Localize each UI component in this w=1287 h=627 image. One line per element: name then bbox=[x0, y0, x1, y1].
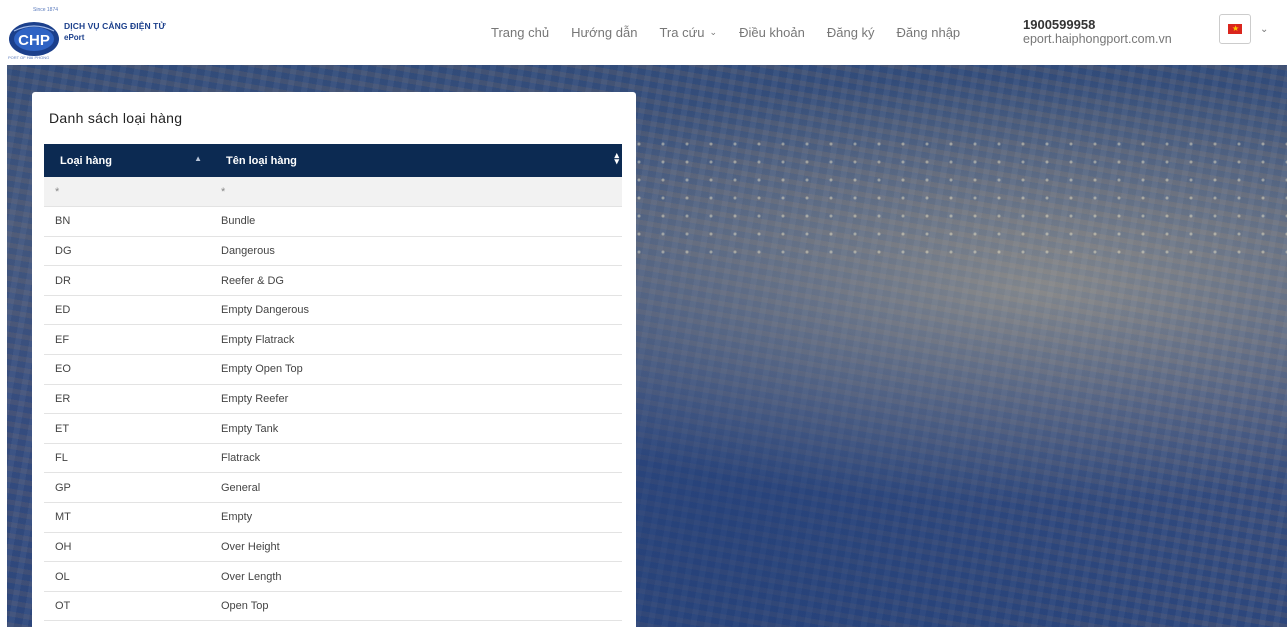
cell-cargo-name: Empty bbox=[210, 502, 622, 533]
cell-cargo-code: DR bbox=[44, 265, 210, 296]
cell-cargo-name: Empty Dangerous bbox=[210, 295, 622, 326]
cell-cargo-name: General bbox=[210, 472, 622, 504]
column-header-ten-loai-hang[interactable]: Tên loại hàng ▴ ▾ bbox=[210, 144, 622, 177]
table-row[interactable]: DR Reefer & DG bbox=[44, 265, 622, 296]
cell-cargo-name: Flatrack bbox=[210, 443, 622, 474]
chevron-down-icon: ⌄ bbox=[709, 27, 718, 37]
nav-dang-nhap[interactable]: Đăng nhập bbox=[897, 25, 961, 40]
cell-cargo-name: Open Top bbox=[210, 591, 622, 622]
logo-subtitle: ePort bbox=[64, 33, 85, 42]
cargo-type-table: Loại hàng ▲ Tên loại hàng ▴ ▾ * * BN Bundl… bbox=[44, 144, 622, 622]
chevron-down-icon[interactable]: ⌄ bbox=[1260, 24, 1268, 35]
cell-cargo-code: ED bbox=[44, 295, 210, 326]
nav-label: Điều khoản bbox=[739, 25, 805, 40]
cell-cargo-name: Empty Open Top bbox=[210, 354, 622, 385]
nav-label: Đăng nhập bbox=[896, 25, 961, 40]
logo-established: Since 1874 bbox=[33, 7, 59, 13]
nav-dieu-khoan[interactable]: Điều khoản bbox=[739, 25, 805, 40]
nav-label: Đăng ký bbox=[826, 25, 875, 40]
nav-label: Trang chủ bbox=[491, 25, 550, 40]
nav-label: Tra cứu bbox=[659, 25, 705, 40]
cell-cargo-code: BN bbox=[44, 206, 210, 237]
cell-cargo-code: ET bbox=[44, 413, 210, 444]
cell-cargo-name: Reefer & DG bbox=[210, 265, 622, 296]
filter-row: * * bbox=[44, 177, 622, 208]
language-selector[interactable]: ★ bbox=[1219, 14, 1251, 44]
sort-both-icon: ▴ ▾ bbox=[614, 150, 619, 166]
cell-cargo-name: Dangerous bbox=[210, 236, 622, 267]
panel-title: Danh sách loại hàng bbox=[49, 110, 183, 126]
eport-logo[interactable]: CHP Since 1874 DỊCH VỤ CẢNG ĐIỆN TỬ ePor… bbox=[7, 7, 177, 63]
filter-cell-ten-loai-hang[interactable]: * bbox=[210, 177, 622, 208]
chp-logo-icon: CHP bbox=[9, 22, 59, 56]
table-row[interactable]: ER Empty Reefer bbox=[44, 384, 622, 415]
table-row[interactable]: GP General bbox=[44, 472, 622, 504]
nav-tra-cuu[interactable]: Tra cứu ⌄ bbox=[659, 25, 717, 40]
cell-cargo-name: Empty Flatrack bbox=[210, 324, 622, 356]
cell-cargo-code: OT bbox=[44, 591, 210, 622]
column-header-loai-hang[interactable]: Loại hàng ▲ bbox=[44, 144, 210, 177]
website-link[interactable]: eport.haiphongport.com.vn bbox=[1023, 33, 1172, 46]
nav-label: Hướng dẫn bbox=[571, 25, 638, 40]
table-row[interactable]: ED Empty Dangerous bbox=[44, 295, 622, 326]
cell-cargo-code: DG bbox=[44, 236, 210, 267]
table-row[interactable]: BN Bundle bbox=[44, 206, 622, 237]
logo-mark-text: CHP bbox=[18, 32, 50, 49]
table-row[interactable]: EO Empty Open Top bbox=[44, 354, 622, 385]
cargo-type-panel: Danh sách loại hàng Loại hàng ▲ Tên loại… bbox=[32, 92, 636, 627]
nav-trang-chu[interactable]: Trang chủ bbox=[491, 25, 549, 40]
cell-cargo-name: Empty Reefer bbox=[210, 384, 622, 415]
table-header-row: Loại hàng ▲ Tên loại hàng ▴ ▾ bbox=[44, 144, 622, 177]
filter-cell-loai-hang[interactable]: * bbox=[44, 177, 210, 208]
cell-cargo-code: ER bbox=[44, 384, 210, 415]
vietnam-flag-icon: ★ bbox=[1228, 24, 1242, 34]
table-row[interactable]: ET Empty Tank bbox=[44, 413, 622, 444]
site-header: CHP Since 1874 DỊCH VỤ CẢNG ĐIỆN TỬ ePor… bbox=[7, 5, 1287, 65]
nav-huong-dan[interactable]: Hướng dẫn bbox=[571, 25, 637, 40]
table-row[interactable]: OT Open Top bbox=[44, 591, 622, 622]
nav-dang-ky[interactable]: Đăng ký bbox=[827, 25, 875, 40]
table-row[interactable]: OH Over Height bbox=[44, 532, 622, 563]
hotline-phone[interactable]: 1900599958 bbox=[1023, 18, 1172, 31]
main-nav: Trang chủ Hướng dẫn Tra cứu ⌄ Điều khoản … bbox=[491, 25, 982, 40]
column-label: Loại hàng bbox=[60, 154, 112, 167]
sort-asc-icon: ▲ bbox=[194, 154, 202, 163]
cell-cargo-code: OH bbox=[44, 532, 210, 563]
table-row[interactable]: FL Flatrack bbox=[44, 443, 622, 474]
cell-cargo-name: Bundle bbox=[210, 206, 622, 237]
cell-cargo-name: Over Length bbox=[210, 561, 622, 592]
column-label: Tên loại hàng bbox=[226, 154, 297, 167]
logo-title: DỊCH VỤ CẢNG ĐIỆN TỬ bbox=[64, 21, 166, 31]
table-row[interactable]: DG Dangerous bbox=[44, 236, 622, 267]
cell-cargo-code: GP bbox=[44, 472, 210, 504]
cell-cargo-code: OL bbox=[44, 561, 210, 592]
cell-cargo-code: EF bbox=[44, 324, 210, 356]
table-row[interactable]: EF Empty Flatrack bbox=[44, 324, 622, 356]
background-lights bbox=[627, 135, 1287, 255]
cell-cargo-code: MT bbox=[44, 502, 210, 533]
cell-cargo-name: Over Height bbox=[210, 532, 622, 563]
logo-bottom-text: PORT OF HAI PHONG bbox=[8, 55, 50, 60]
cell-cargo-code: EO bbox=[44, 354, 210, 385]
cell-cargo-code: FL bbox=[44, 443, 210, 474]
table-row[interactable]: OL Over Length bbox=[44, 561, 622, 592]
cell-cargo-name: Empty Tank bbox=[210, 413, 622, 444]
contact-info: 1900599958 eport.haiphongport.com.vn bbox=[1023, 18, 1172, 46]
table-row[interactable]: MT Empty bbox=[44, 502, 622, 533]
